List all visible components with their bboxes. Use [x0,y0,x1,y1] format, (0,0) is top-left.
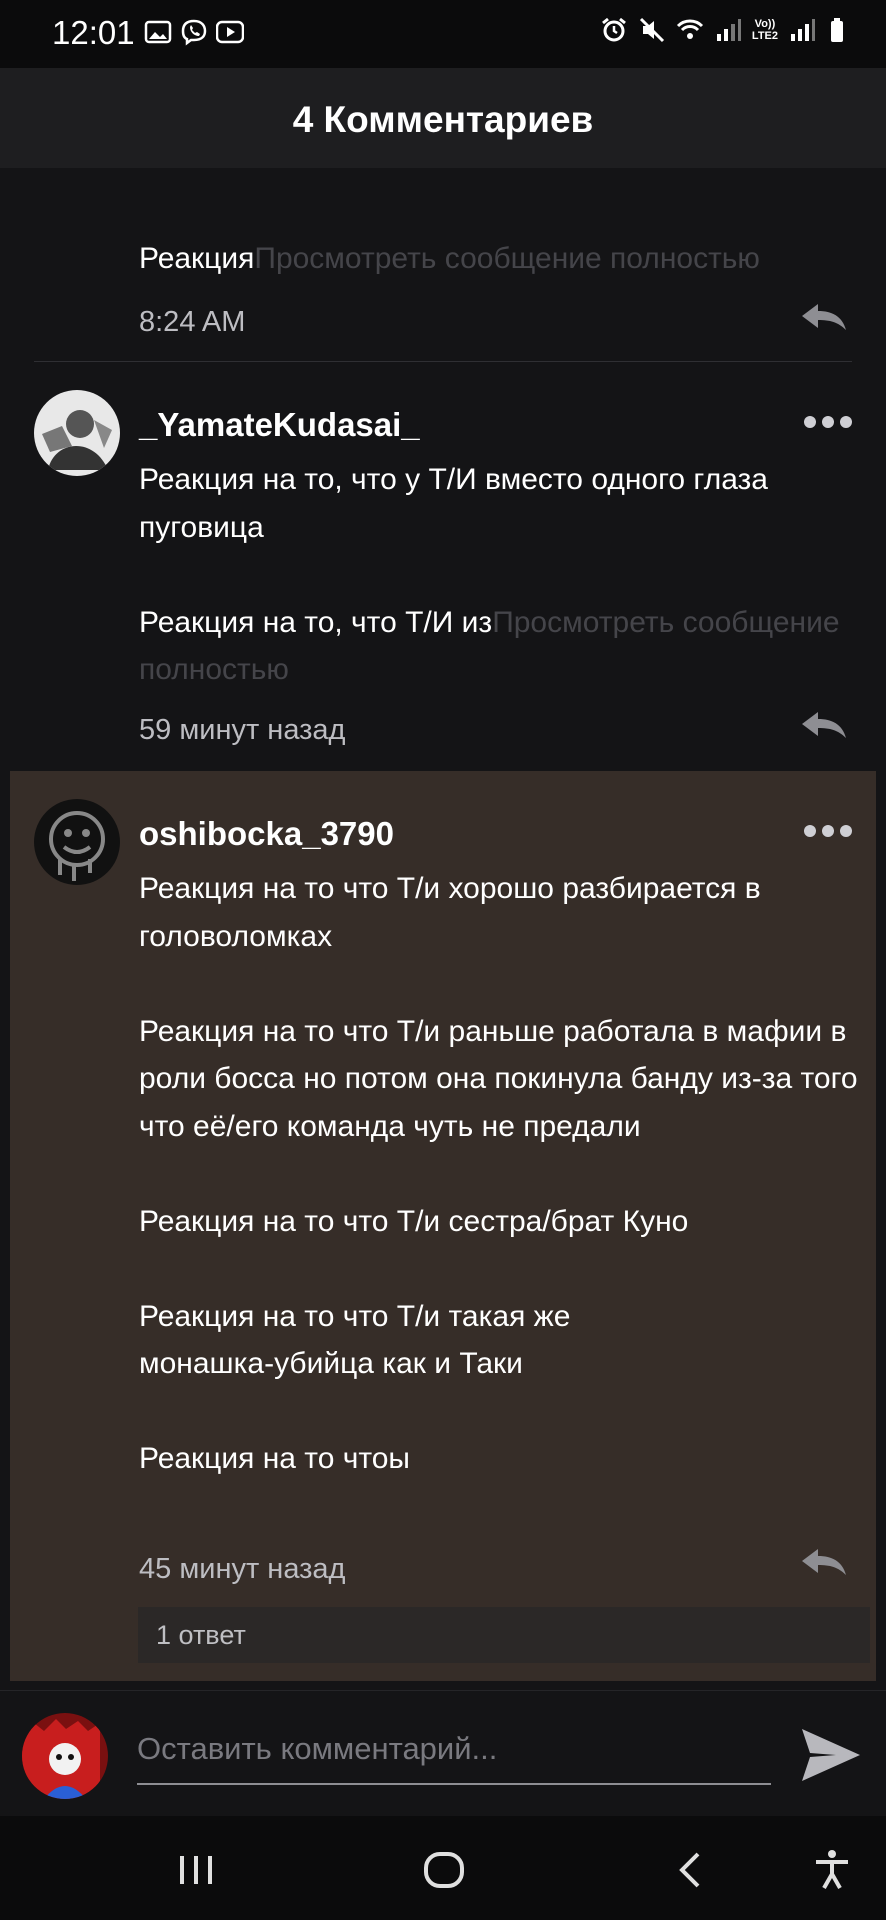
comment-text: Реакция на то, что у Т/И вместо одного г… [139,456,859,694]
show-full-message-link[interactable]: Просмотреть сообщение полностью [254,242,760,275]
comment-paragraph-text: Реакция на то, что Т/И из [139,605,493,639]
more-options-icon[interactable] [804,825,852,837]
comment-username[interactable]: oshibocka_3790 [139,815,394,853]
comment-paragraph: Реакция на то что Т/и такая же монашка-у… [139,1299,571,1381]
notification-icons [144,18,244,46]
reply-icon[interactable] [800,710,848,740]
page-title: 4 Комментариев [292,99,594,140]
comment-item: РеакцияПросмотреть сообщение полностью 8… [0,170,886,362]
comment-timestamp: 45 минут назад [139,1553,346,1585]
avatar[interactable] [34,390,120,476]
mute-icon [639,17,664,43]
comment-paragraph: Реакция на то что Т/и сестра/брат Куно [139,1204,689,1238]
send-icon[interactable] [800,1727,862,1783]
accessibility-icon[interactable] [808,1846,856,1894]
viber-icon [181,19,207,46]
status-bar: 12:01 Vo)) LTE2 [0,0,886,68]
battery-icon [831,18,843,42]
view-replies-button[interactable]: 1 ответ [138,1607,870,1663]
reply-icon[interactable] [800,1547,848,1577]
alarm-icon [601,17,626,42]
comment-body: Реакция [139,242,255,275]
more-options-icon[interactable] [804,416,852,428]
comment-text: РеакцияПросмотреть сообщение полностью [139,242,760,276]
comment-paragraph: Реакция на то что Т/и раньше работала в … [139,1014,858,1143]
home-icon[interactable] [420,1846,468,1894]
comment-paragraph: Реакция на то, что Т/И изПросмотреть соо… [139,599,859,694]
avatar [22,1713,108,1799]
comments-header: 4 Комментариев [0,68,886,168]
comment-paragraph: Реакция на то что Т/и хорошо разбирается… [139,872,761,953]
signal-icon [791,19,815,41]
volte-icon: Vo)) LTE2 [751,18,778,42]
reply-icon[interactable] [800,302,848,332]
youtube-icon [216,20,244,44]
wifi-icon [676,19,703,39]
gallery-icon [144,20,172,44]
comment-timestamp: 8:24 AM [139,306,246,338]
comment-item: _YamateKudasai_ Реакция на то, что у Т/И… [0,362,886,769]
signal-icon [716,19,741,41]
status-time: 12:01 [52,14,135,51]
system-nav-bar [0,1816,886,1920]
comment-item-highlighted: oshibocka_3790 Реакция на то что Т/и хор… [10,771,876,1681]
comment-input[interactable] [137,1715,771,1785]
back-icon[interactable] [668,1846,716,1894]
comment-paragraph: Реакция на то, что у Т/И вместо одного г… [139,463,768,544]
comment-paragraph: Реакция на то чтоы [139,1442,410,1475]
avatar[interactable] [34,799,120,885]
comment-timestamp: 59 минут назад [139,714,346,746]
recent-apps-icon[interactable] [172,1846,220,1894]
comment-text: Реакция на то что Т/и хорошо разбирается… [139,865,859,1483]
comment-composer [0,1690,886,1817]
system-icons: Vo)) LTE2 [600,16,854,44]
comment-username[interactable]: _YamateKudasai_ [139,406,420,444]
